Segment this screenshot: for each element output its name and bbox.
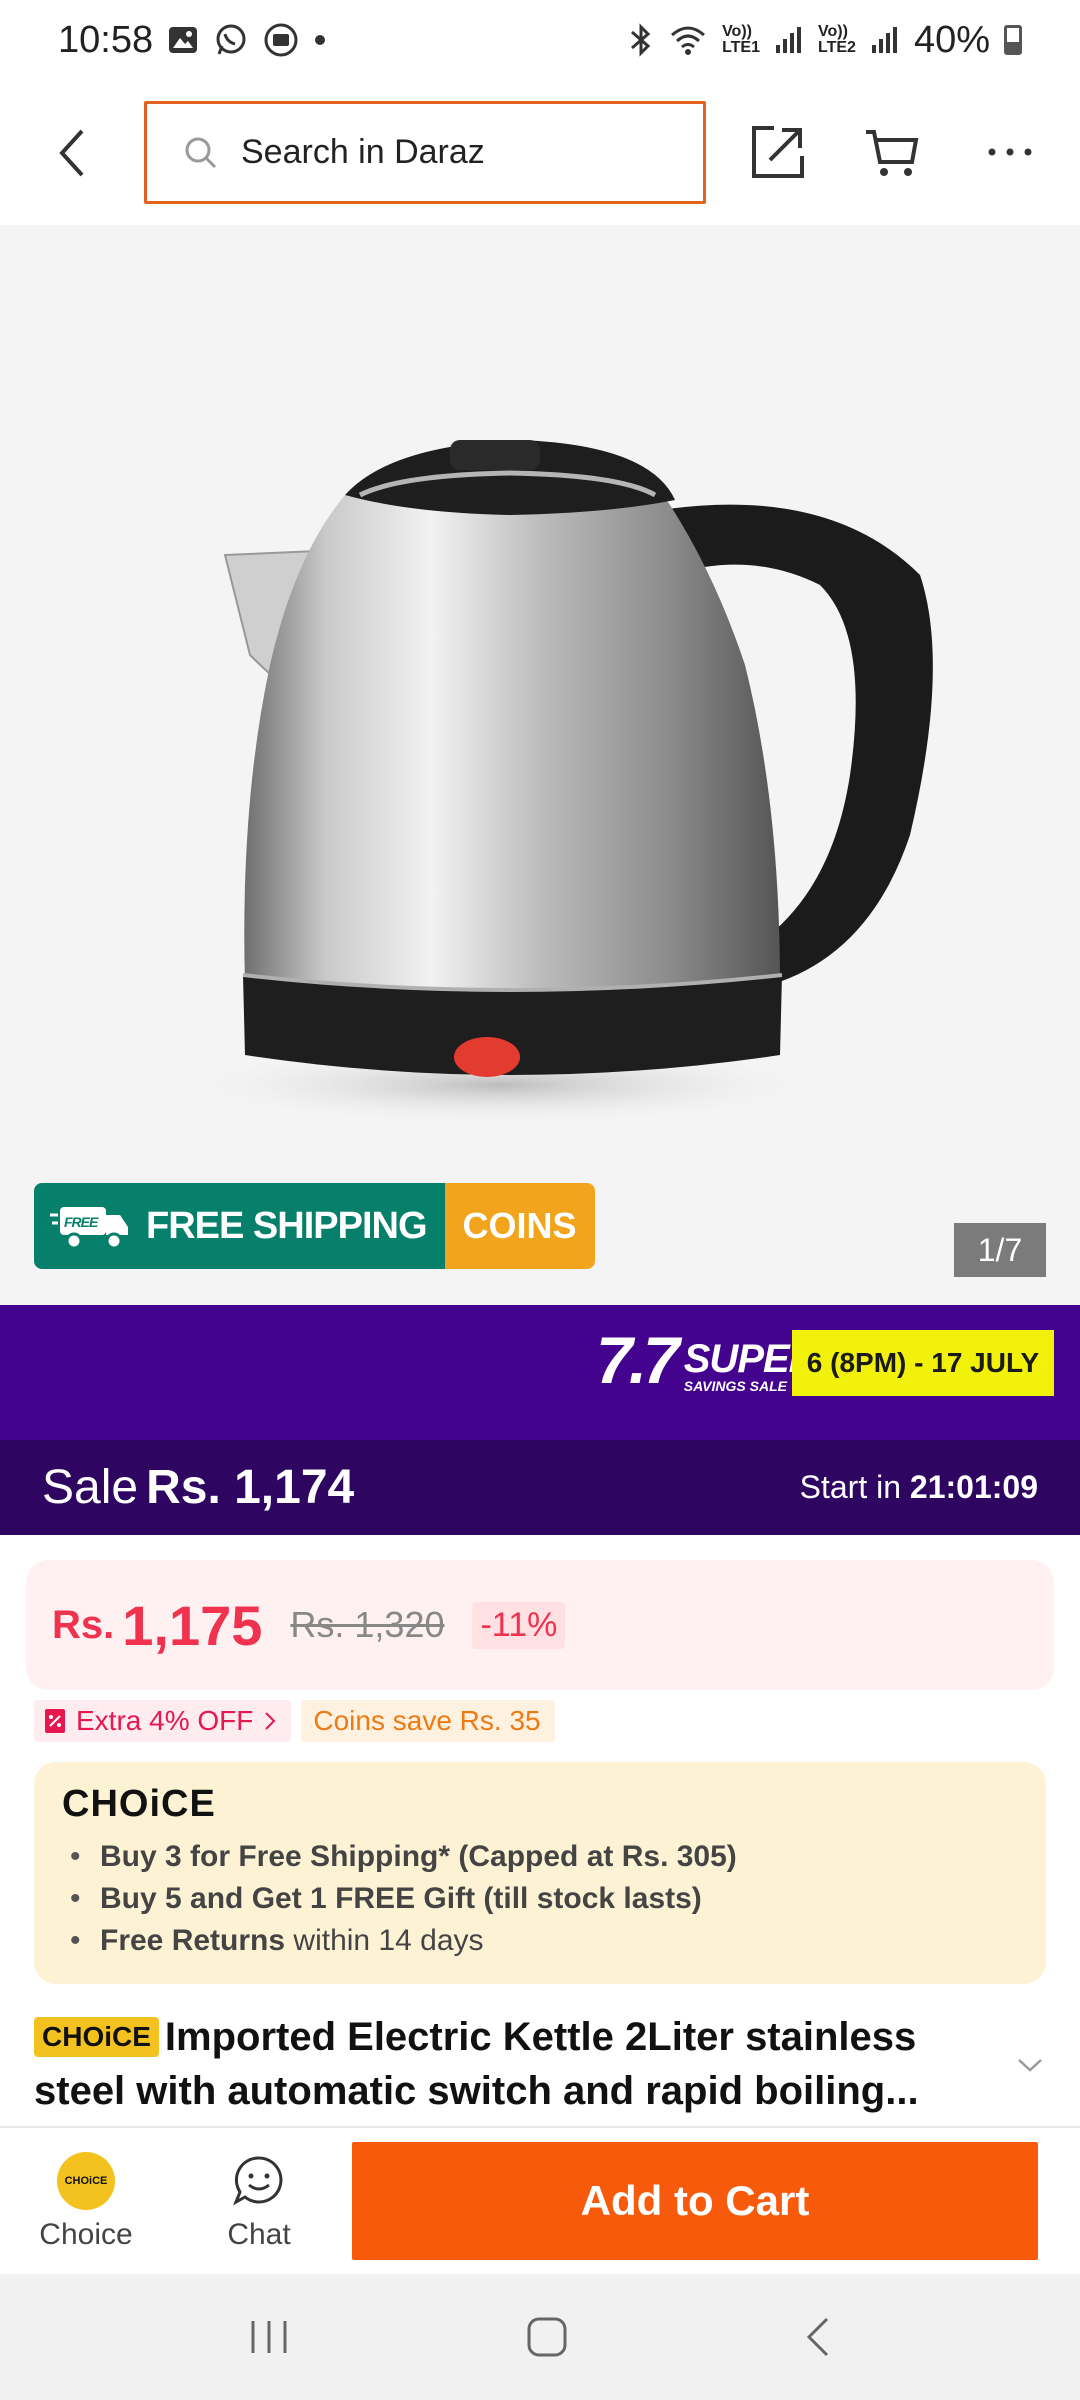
top-navigation: Search in Daraz [0,80,1080,225]
sale-price: Rs. 1,174 [146,1461,355,1514]
cart-icon [866,130,919,176]
sale-countdown-bar: Sale Rs. 1,174 Start in 21:01:09 [0,1440,1080,1535]
campaign-logo-number: 7.7 [596,1323,680,1397]
home-icon[interactable] [525,2315,569,2359]
free-shipping-segment: FREE FREE SHIPPING [34,1183,445,1269]
recent-apps-icon[interactable] [247,2317,291,2357]
system-back-icon[interactable] [803,2315,833,2359]
more-options-button[interactable] [980,122,1040,182]
image-page-counter: 1/7 [954,1223,1046,1277]
back-button[interactable] [52,125,92,181]
campaign-banner[interactable]: 7.7 SUPER SAVINGS SALE 6 (8PM) - 17 JULY [0,1305,1080,1440]
original-price: Rs. 1,320 [290,1604,445,1645]
voucher-icon [45,1709,65,1733]
signal-2-icon [870,25,900,55]
choice-logo-text: CHOiCE [62,1782,216,1825]
choice-title-badge: CHOiCE [34,2017,159,2057]
lte2-indicator: Vo)) LTE2 [818,24,856,56]
coins-label: COINS [444,1183,595,1269]
add-to-cart-button[interactable]: Add to Cart [352,2142,1038,2260]
wifi-icon [668,23,708,57]
sale-countdown: Start in 21:01:09 [800,1469,1038,1506]
sale-price-block: Sale Rs. 1,174 [42,1460,354,1515]
current-price: 1,175 [122,1593,263,1657]
benefit-item: Free Returns within 14 days [62,1920,1018,1962]
battery-icon [1004,25,1022,55]
lte2-top-label: Vo)) [818,23,848,40]
share-icon [752,126,804,178]
signal-1-icon [774,25,804,55]
choice-nav-label: Choice [39,2218,133,2251]
chat-button[interactable]: Chat [184,2128,334,2276]
search-bar[interactable]: Search in Daraz [144,101,706,204]
app-notification-icon [263,22,299,58]
choice-icon-text: CHOiCE [64,2175,108,2187]
status-bar: 10:58 Vo)) LTE1 Vo)) LTE2 40% [0,0,1080,80]
bluetooth-icon [628,22,654,58]
delivery-truck-icon: FREE [50,1207,128,1250]
chevron-left-icon [59,129,84,177]
expand-title-chevron-icon[interactable] [1015,2055,1045,2075]
more-notifications-dot-icon [313,33,327,47]
chat-smile-icon [233,2156,283,2206]
bottom-action-bar: CHOiCE Choice Chat Add to Cart [0,2126,1080,2274]
free-shipping-label: FREE SHIPPING [146,1204,427,1247]
system-navigation-bar [0,2274,1080,2400]
chat-label: Chat [227,2218,291,2251]
status-right: Vo)) LTE1 Vo)) LTE2 40% [628,19,1022,62]
price-card: Rs. 1,175 Rs. 1,320 -11% [26,1560,1054,1690]
sale-label: Sale [42,1461,139,1514]
coins-save-label: Coins save Rs. 35 [313,1705,541,1736]
kettle-product-image [170,440,933,1125]
status-left: 10:58 [58,19,327,62]
battery-percent: 40% [913,18,990,61]
start-in-label: Start in [799,1469,902,1505]
search-placeholder: Search in Daraz [241,133,485,171]
product-image-gallery[interactable]: FREE FREE SHIPPING COINS 1/7 [0,225,1080,1305]
promo-tags: Extra 4% OFF Coins save Rs. 35 [34,1700,555,1742]
product-title[interactable]: CHOiCE Imported Electric Kettle 2Liter st… [34,2010,1014,2118]
choice-logo: CHOiCE [62,1780,1018,1828]
chevron-right-icon [265,1712,276,1730]
choice-benefits-box[interactable]: CHOiCE Buy 3 for Free Shipping* (Capped … [34,1762,1046,1984]
benefit-item: Buy 3 for Free Shipping* (Capped at Rs. … [62,1836,1018,1878]
search-icon [185,137,217,168]
campaign-date-badge: 6 (8PM) - 17 JULY [792,1330,1054,1396]
choice-icon: CHOiCE [57,2152,115,2210]
cart-button[interactable] [862,122,922,182]
benefit-free-shipping: Buy 3 for Free Shipping* (Capped at Rs. … [100,1840,737,1873]
product-title-text: Imported Electric Kettle 2Liter stainles… [34,2015,919,2113]
choice-benefits-list: Buy 3 for Free Shipping* (Capped at Rs. … [62,1836,1018,1962]
gallery-icon [167,24,199,56]
free-badge-text: FREE [64,1214,99,1230]
lte1-top-label: Vo)) [722,23,752,40]
lte1-indicator: Vo)) LTE1 [722,24,760,56]
benefit-free-returns-bold: Free Returns [100,1924,286,1957]
super-savings-sale-logo: 7.7 SUPER SAVINGS SALE [596,1323,818,1397]
more-dots-icon [988,148,1032,156]
lte1-bottom-label: LTE1 [722,39,760,56]
countdown-timer: 21:01:09 [909,1469,1038,1505]
benefit-free-gift: Buy 5 and Get 1 FREE Gift (till stock la… [100,1882,702,1915]
lte2-bottom-label: LTE2 [818,39,856,56]
price-currency: Rs. [52,1602,115,1647]
extra-off-label: Extra 4% OFF [76,1705,254,1736]
benefit-item: Buy 5 and Get 1 FREE Gift (till stock la… [62,1878,1018,1920]
benefit-free-returns-rest: within 14 days [285,1924,484,1957]
extra-off-voucher[interactable]: Extra 4% OFF [34,1700,292,1742]
share-button[interactable] [748,122,808,182]
status-time: 10:58 [58,18,154,61]
coins-save-tag[interactable]: Coins save Rs. 35 [301,1700,555,1742]
choice-nav-button[interactable]: CHOiCE Choice [11,2128,161,2276]
discount-badge: -11% [472,1601,566,1649]
whatsapp-icon [213,22,249,58]
free-shipping-coins-banner: FREE FREE SHIPPING COINS [34,1183,595,1269]
